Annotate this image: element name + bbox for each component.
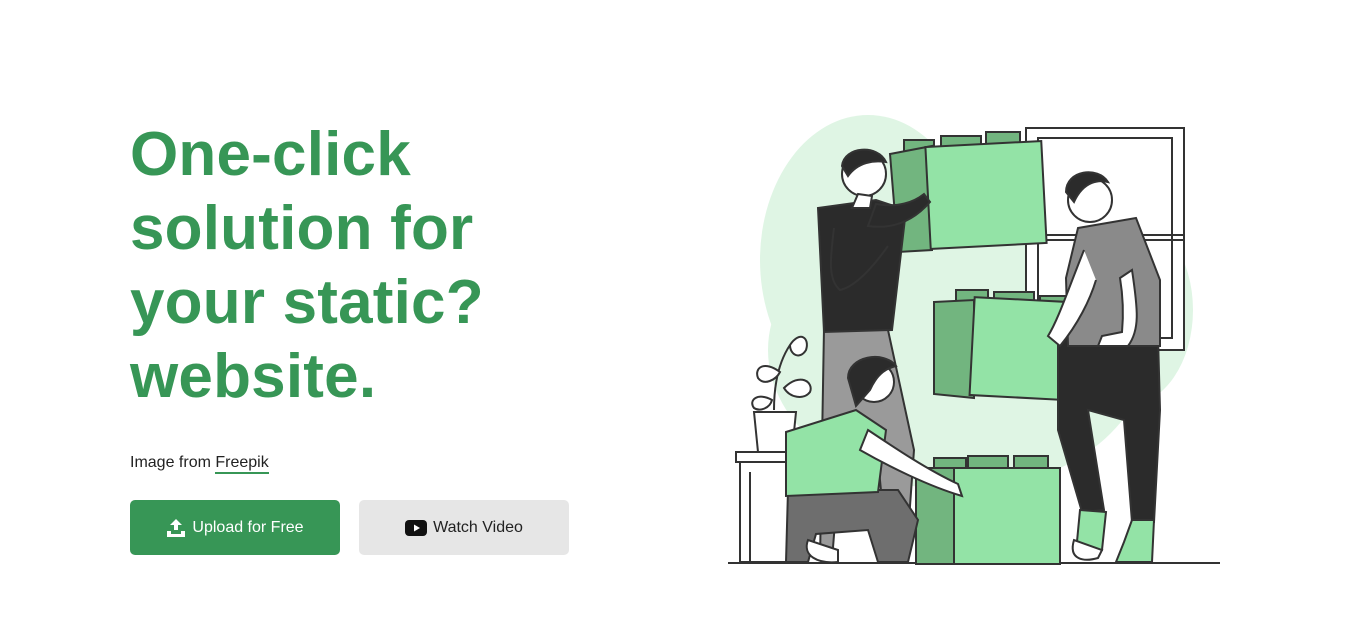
youtube-icon	[405, 519, 428, 536]
watch-video-button[interactable]: Watch Video	[359, 500, 569, 555]
upload-button-label: Upload for Free	[192, 518, 304, 536]
credit-prefix: Image from	[130, 454, 211, 471]
headline-line-1: One-click	[130, 120, 411, 189]
headline-line-3: your static?	[130, 268, 484, 337]
upload-for-free-button[interactable]: Upload for Free	[130, 500, 340, 555]
freepik-link[interactable]: Freepik	[215, 454, 269, 474]
cta-buttons: Upload for Free Watch Video	[130, 500, 569, 555]
hero-text: One-click solution for your static? webs…	[130, 118, 610, 474]
people-building-blocks-illustration	[728, 115, 1220, 565]
image-credit: Image from Freepik	[130, 453, 610, 474]
headline-line-4: website.	[130, 342, 377, 411]
upload-icon	[166, 518, 186, 538]
watch-button-label: Watch Video	[433, 518, 523, 536]
headline-line-2: solution for	[130, 194, 474, 263]
hero-headline: One-click solution for your static? webs…	[130, 118, 610, 414]
hero-section: One-click solution for your static? webs…	[0, 0, 1345, 629]
